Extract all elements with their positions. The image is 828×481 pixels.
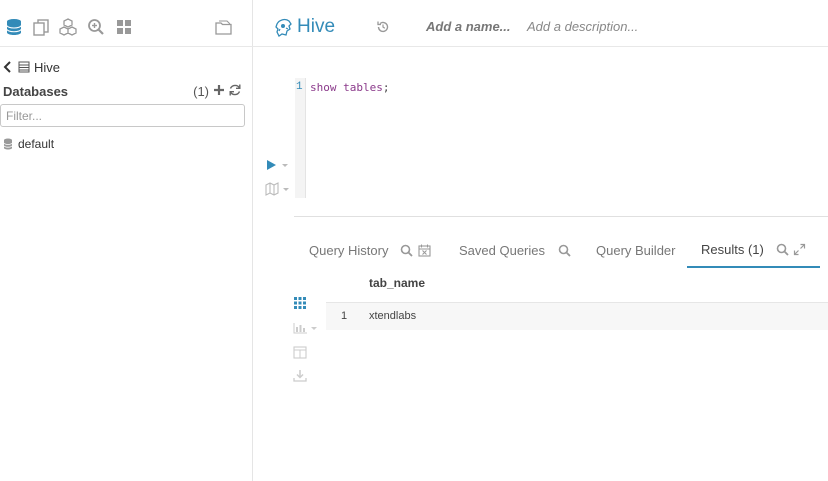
results-tabs: Query History Saved Queries Query Builde…	[294, 232, 828, 268]
assist-icon-bar	[0, 7, 253, 47]
search-icon[interactable]	[400, 244, 414, 257]
play-icon[interactable]	[266, 158, 290, 172]
download-icon[interactable]	[293, 369, 307, 382]
code-terminator: ;	[382, 81, 390, 94]
code-keyword: tables	[343, 81, 383, 94]
execute-button[interactable]	[266, 158, 290, 172]
left-assist-panel: Hive Databases (1) default	[0, 0, 253, 481]
folder-open-icon[interactable]	[214, 17, 234, 37]
database-icon	[3, 138, 13, 150]
table-row[interactable]: 1 xtendlabs	[326, 302, 828, 330]
grid-view-button[interactable]	[293, 295, 321, 311]
databases-title: Databases	[3, 83, 69, 99]
columns-toggle-button[interactable]	[293, 344, 321, 360]
filter-input[interactable]	[0, 104, 245, 127]
chevron-left-icon[interactable]	[2, 60, 14, 74]
hive-logo-icon	[275, 18, 292, 37]
tab-results[interactable]: Results (1)	[687, 232, 820, 268]
cubes-icon[interactable]	[58, 17, 78, 37]
code-keyword: show	[310, 81, 337, 94]
row-number: 1	[341, 310, 348, 322]
download-button[interactable]	[293, 367, 321, 383]
tab-query-builder[interactable]: Query Builder	[596, 232, 675, 268]
query-description-field[interactable]: Add a description...	[527, 19, 638, 34]
table-list-icon	[18, 61, 30, 73]
calendar-clear-icon[interactable]	[418, 244, 432, 257]
expand-icon[interactable]	[793, 243, 806, 256]
code-editor[interactable]: 1 show tables;	[295, 78, 828, 198]
breadcrumb-label[interactable]: Hive	[34, 60, 60, 75]
database-icon[interactable]	[4, 17, 24, 37]
tab-label[interactable]: Saved Queries	[459, 243, 545, 258]
map-icon[interactable]	[265, 182, 291, 196]
search-plus-icon[interactable]	[86, 17, 106, 37]
plus-icon[interactable]	[213, 83, 225, 97]
databases-header: Databases (1)	[3, 82, 243, 100]
tab-label[interactable]: Query History	[309, 243, 388, 258]
databases-count: (1)	[193, 83, 209, 99]
database-name[interactable]: default	[18, 137, 54, 151]
database-item[interactable]: default	[3, 136, 54, 152]
editor-header: Hive Add a name... Add a description...	[253, 7, 828, 47]
columns-icon[interactable]	[293, 345, 307, 359]
line-number: 1	[296, 81, 303, 93]
tab-query-history[interactable]: Query History	[309, 232, 432, 268]
tab-label[interactable]: Results (1)	[701, 242, 764, 257]
tab-saved-queries[interactable]: Saved Queries	[459, 232, 571, 268]
query-name-field[interactable]: Add a name...	[426, 19, 511, 34]
grid-icon[interactable]	[293, 297, 307, 309]
explain-button[interactable]	[265, 182, 291, 196]
search-icon[interactable]	[558, 244, 571, 257]
editor-title: Hive	[297, 16, 336, 37]
editor-panel: Hive Add a name... Add a description... …	[253, 0, 828, 481]
code-line[interactable]: show tables;	[310, 81, 390, 94]
chart-view-button[interactable]	[293, 320, 321, 336]
search-icon[interactable]	[776, 243, 789, 256]
history-icon[interactable]	[376, 20, 390, 34]
grid-icon[interactable]	[114, 17, 134, 37]
line-gutter: 1	[295, 78, 306, 198]
refresh-icon[interactable]	[228, 83, 242, 97]
column-header[interactable]: tab_name	[369, 276, 425, 290]
breadcrumb[interactable]: Hive	[2, 58, 60, 76]
documents-icon[interactable]	[31, 17, 51, 37]
bar-chart-icon[interactable]	[293, 322, 321, 334]
editor-divider	[294, 216, 828, 217]
tab-label[interactable]: Query Builder	[596, 243, 675, 258]
table-cell[interactable]: xtendlabs	[369, 310, 416, 322]
